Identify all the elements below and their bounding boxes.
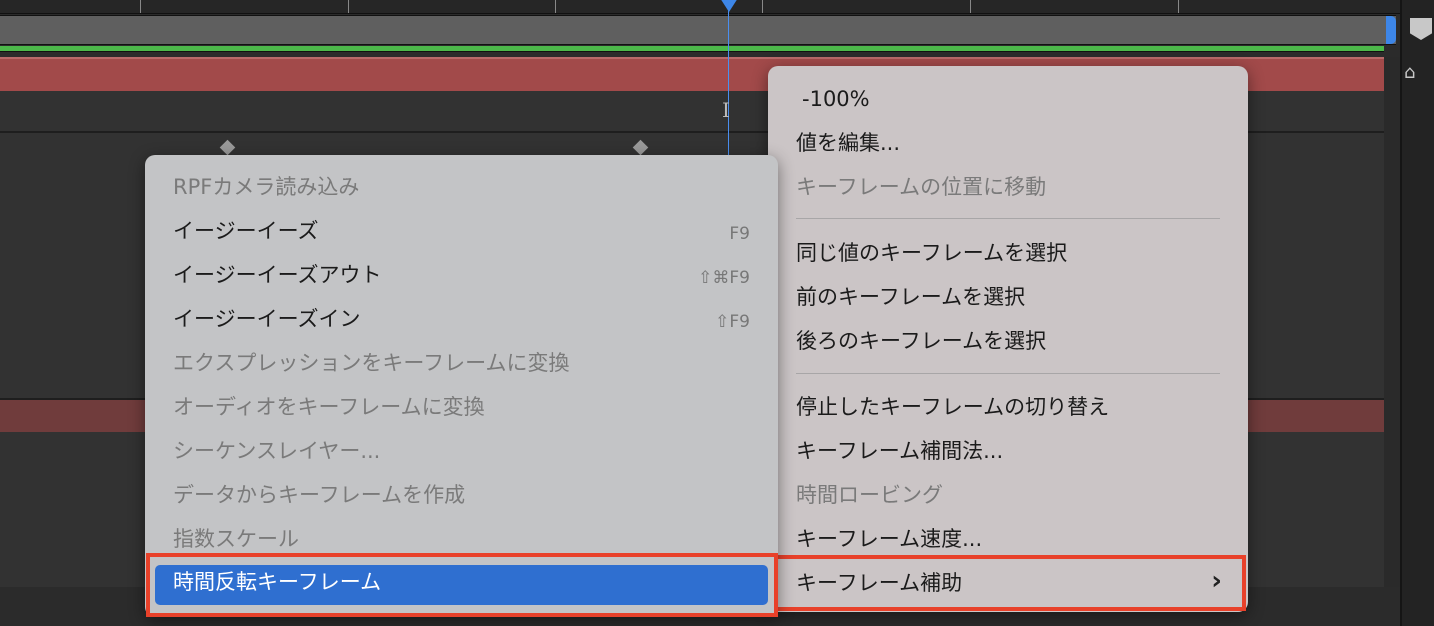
ruler-tick	[140, 0, 141, 13]
menu-item-keyframe-velocity[interactable]: キーフレーム速度...	[796, 526, 982, 552]
side-panel: ⌂	[1400, 0, 1434, 626]
keyframe-assistant-submenu: RPFカメラ読み込み イージーイーズ F9 イージーイーズアウト ⇧⌘F9 イー…	[145, 155, 778, 617]
comp-marker-icon[interactable]: ⌂	[1404, 62, 1415, 83]
menu-item-select-equal[interactable]: 同じ値のキーフレームを選択	[796, 240, 1067, 266]
menu-item-interpolation[interactable]: キーフレーム補間法...	[796, 438, 1003, 464]
annotation-box	[146, 553, 778, 617]
marker-icon[interactable]	[1410, 18, 1432, 40]
render-bar	[0, 46, 1384, 52]
ruler-tick	[762, 0, 763, 13]
menu-item-select-following[interactable]: 後ろのキーフレームを選択	[796, 328, 1046, 354]
shortcut-label: ⇧F9	[715, 312, 750, 332]
shortcut-label: ⇧⌘F9	[698, 268, 750, 288]
work-area-bar[interactable]	[0, 15, 1396, 45]
ruler-tick	[970, 0, 971, 13]
menu-item-easy-ease-out[interactable]: イージーイーズアウト	[173, 262, 382, 288]
keyframe-context-menu: -100% 値を編集... キーフレームの位置に移動 同じ値のキーフレームを選択…	[768, 66, 1248, 612]
menu-item-convert-audio: オーディオをキーフレームに変換	[173, 395, 485, 419]
menu-item-easy-ease[interactable]: イージーイーズ	[173, 218, 319, 244]
shortcut-label: F9	[729, 224, 750, 244]
menu-item-keyframes-from-data: データからキーフレームを作成	[173, 483, 466, 507]
menu-item-select-previous[interactable]: 前のキーフレームを選択	[796, 284, 1025, 310]
menu-separator	[796, 218, 1220, 219]
menu-item-easy-ease-in[interactable]: イージーイーズイン	[173, 306, 361, 332]
menu-item-toggle-hold[interactable]: 停止したキーフレームの切り替え	[796, 394, 1109, 420]
ruler-tick	[348, 0, 349, 13]
time-ruler[interactable]	[0, 0, 1400, 14]
menu-item-exponential-scale: 指数スケール	[173, 527, 299, 551]
menu-item-edit-value[interactable]: 値を編集...	[796, 130, 900, 156]
ruler-tick	[555, 0, 556, 13]
work-area-end-handle[interactable]	[1386, 16, 1396, 44]
menu-separator	[796, 373, 1220, 374]
menu-item-rove-across-time: 時間ロービング	[796, 483, 943, 507]
menu-item-go-to-keyframe: キーフレームの位置に移動	[796, 175, 1047, 199]
text-cursor-icon: I	[722, 98, 730, 122]
menu-item-convert-expression: エクスプレッションをキーフレームに変換	[173, 351, 570, 375]
scrollbar[interactable]	[1384, 57, 1400, 587]
ruler-tick	[1178, 0, 1179, 13]
annotation-box	[770, 555, 1246, 611]
playhead-line[interactable]	[728, 0, 729, 160]
menu-item-value[interactable]: -100%	[802, 86, 870, 112]
menu-item-sequence-layers: シーケンスレイヤー...	[173, 439, 381, 463]
playhead-handle[interactable]	[720, 0, 738, 12]
menu-item-rpf-camera-import: RPFカメラ読み込み	[173, 175, 360, 199]
